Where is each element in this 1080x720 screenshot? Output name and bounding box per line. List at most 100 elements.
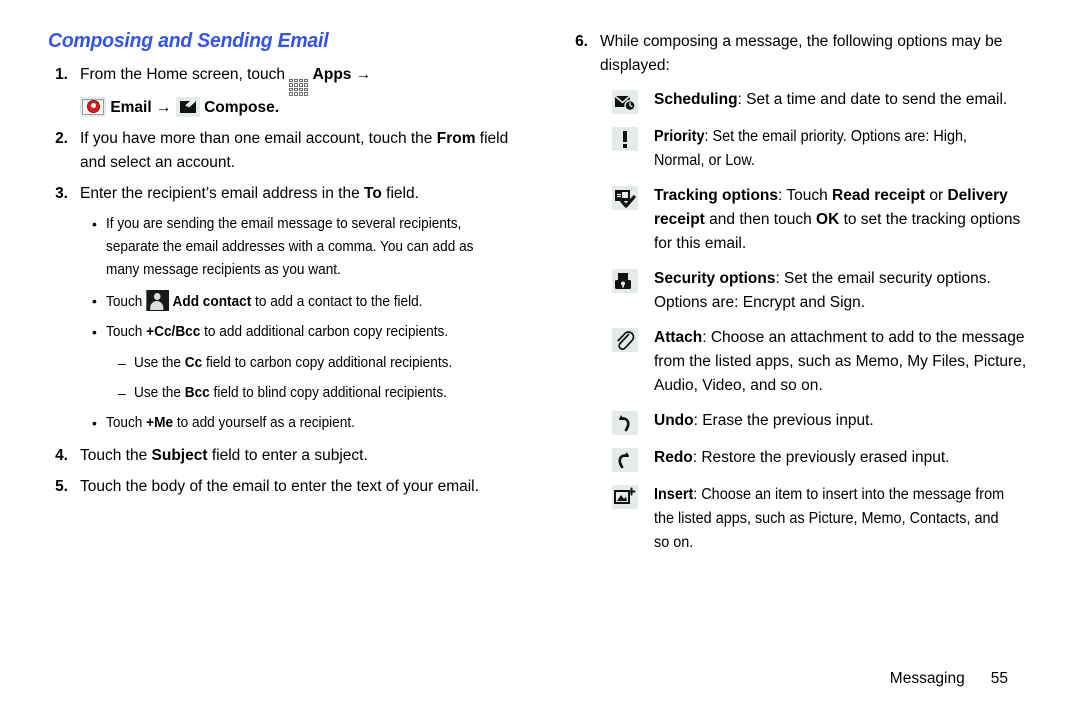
option-text: Tracking options: Touch Read receipt or …	[654, 184, 1038, 256]
email-icon	[80, 96, 106, 117]
step-2: 2. If you have more than one email accou…	[48, 127, 518, 175]
step-2-part1: If you have more than one email account,…	[80, 129, 437, 147]
attach-label: Attach	[654, 329, 703, 347]
step-text: If you have more than one email account,…	[80, 127, 518, 175]
bullet-marker: •	[92, 324, 97, 341]
to-field-label: To	[364, 184, 382, 202]
insert-label: Insert	[654, 486, 694, 504]
manual-page: Composing and Sending Email 1. From the …	[0, 0, 1080, 720]
bullet-me-prefix: Touch	[106, 414, 147, 431]
apps-label: Apps	[312, 66, 352, 83]
page-number: 55	[990, 670, 1008, 687]
from-field-label: From	[436, 129, 476, 147]
dash-2-prefix: Use the	[134, 384, 185, 401]
step-4-part2: field to enter a subject.	[207, 447, 368, 465]
option-insert: Insert: Choose an item to insert into th…	[612, 483, 1038, 555]
option-text: Undo: Erase the previous input.	[654, 409, 1038, 433]
dash-1-suffix: field to carbon copy additional recipien…	[202, 354, 453, 371]
option-text: Priority: Set the email priority. Option…	[654, 125, 1011, 173]
step-number: 1.	[55, 66, 68, 83]
undo-desc: : Erase the previous input.	[693, 412, 874, 430]
footer-section-label: Messaging	[889, 670, 965, 687]
arrow-icon-1: →	[355, 66, 372, 83]
redo-label: Redo	[654, 449, 693, 467]
bcc-label: Bcc	[184, 384, 210, 401]
bullet-text: Touch Add contact to add a contact to th…	[106, 290, 493, 314]
cc-label: Cc	[184, 354, 203, 371]
dash-2-suffix: field to blind copy additional recipient…	[209, 384, 447, 401]
step-text: Touch the body of the email to enter the…	[80, 478, 479, 496]
tracking-desc-1: : Touch	[778, 187, 833, 205]
add-contact-icon	[146, 290, 169, 312]
bullet-marker: •	[92, 215, 97, 232]
bullet-text: Touch +Me to add yourself as a recipient…	[106, 412, 493, 435]
option-icon-cell	[612, 409, 654, 436]
option-text: Attach: Choose an attachment to add to t…	[654, 326, 1038, 398]
step-3: 3. Enter the recipient’s email address i…	[48, 182, 518, 206]
read-receipt-label: Read receipt	[832, 187, 926, 205]
option-scheduling: Scheduling: Set a time and date to send …	[612, 88, 1038, 115]
option-security: Security options: Set the email security…	[612, 267, 1038, 315]
scheduling-icon	[612, 90, 638, 115]
bullet-text: Touch +Cc/Bcc to add additional carbon c…	[106, 321, 493, 344]
step-number: 5.	[55, 478, 68, 496]
step-4-part1: Touch the	[80, 447, 152, 465]
option-icon-cell	[612, 483, 654, 510]
subject-field-label: Subject	[151, 447, 208, 465]
right-column: 6. While composing a message, the follow…	[568, 30, 1038, 566]
list-item: • Touch +Me to add yourself as a recipie…	[92, 412, 518, 435]
priority-icon	[612, 127, 638, 152]
scheduling-desc: : Set a time and date to send the email.	[737, 91, 1008, 109]
dash-marker: –	[118, 354, 126, 371]
compose-label: Compose	[204, 98, 275, 116]
redo-icon	[612, 448, 638, 473]
step-number: 6.	[575, 33, 588, 50]
step-1-period: .	[274, 98, 280, 116]
step-text: While composing a message, the following…	[600, 33, 1003, 75]
step-number: 2.	[55, 129, 68, 147]
email-label: Email	[110, 98, 152, 116]
step-text: From the Home screen, touch Apps → Email…	[80, 63, 518, 120]
option-icon-cell	[612, 184, 654, 211]
page-title: Composing and Sending Email	[48, 30, 329, 52]
step-3-part2: field.	[381, 184, 419, 202]
tracking-desc-2: or	[925, 187, 948, 205]
option-text: Scheduling: Set a time and date to send …	[654, 88, 1038, 112]
option-icon-cell	[612, 326, 654, 353]
bullet-3-suffix: to add additional carbon copy recipients…	[200, 324, 449, 341]
step-text: Enter the recipient’s email address in t…	[80, 182, 518, 206]
left-column: Composing and Sending Email 1. From the …	[48, 30, 518, 506]
dash-1-prefix: Use the	[134, 354, 185, 371]
attach-desc: : Choose an attachment to add to the mes…	[654, 329, 1027, 395]
option-icon-cell	[612, 88, 654, 115]
plus-me-label: +Me	[146, 414, 174, 431]
option-icon-cell	[612, 446, 654, 473]
option-text: Redo: Restore the previously erased inpu…	[654, 446, 1038, 470]
tracking-options-icon	[612, 186, 638, 211]
attach-icon	[612, 328, 638, 353]
undo-label: Undo	[654, 412, 694, 430]
dash-text: Use the Bcc field to blind copy addition…	[134, 382, 495, 405]
add-contact-label: Add contact	[172, 294, 252, 311]
tracking-options-label: Tracking options	[654, 187, 779, 205]
ok-label: OK	[816, 211, 840, 229]
bullet-marker: •	[92, 414, 97, 431]
page-footer: Messaging 55	[0, 670, 1080, 688]
option-redo: Redo: Restore the previously erased inpu…	[612, 446, 1038, 473]
option-icon-cell	[612, 267, 654, 294]
sub-list-item: – Use the Bcc field to blind copy additi…	[118, 382, 518, 405]
bullet-me-suffix: to add yourself as a recipient.	[173, 414, 355, 431]
step-6: 6. While composing a message, the follow…	[568, 30, 1038, 78]
bullet-2-prefix: Touch	[106, 294, 147, 311]
bullet-2-suffix: to add a contact to the field.	[251, 294, 423, 311]
undo-icon	[612, 411, 638, 436]
arrow-icon-2: →	[155, 98, 172, 116]
step-1-lead: From the Home screen, touch	[80, 66, 290, 83]
option-priority: Priority: Set the email priority. Option…	[612, 125, 1038, 173]
step-number: 3.	[55, 184, 68, 202]
scheduling-label: Scheduling	[654, 91, 738, 109]
step-3-part1: Enter the recipient’s email address in t…	[80, 184, 365, 202]
bullet-3-prefix: Touch	[106, 324, 147, 341]
option-attach: Attach: Choose an attachment to add to t…	[612, 326, 1038, 398]
priority-label: Priority	[654, 128, 705, 146]
